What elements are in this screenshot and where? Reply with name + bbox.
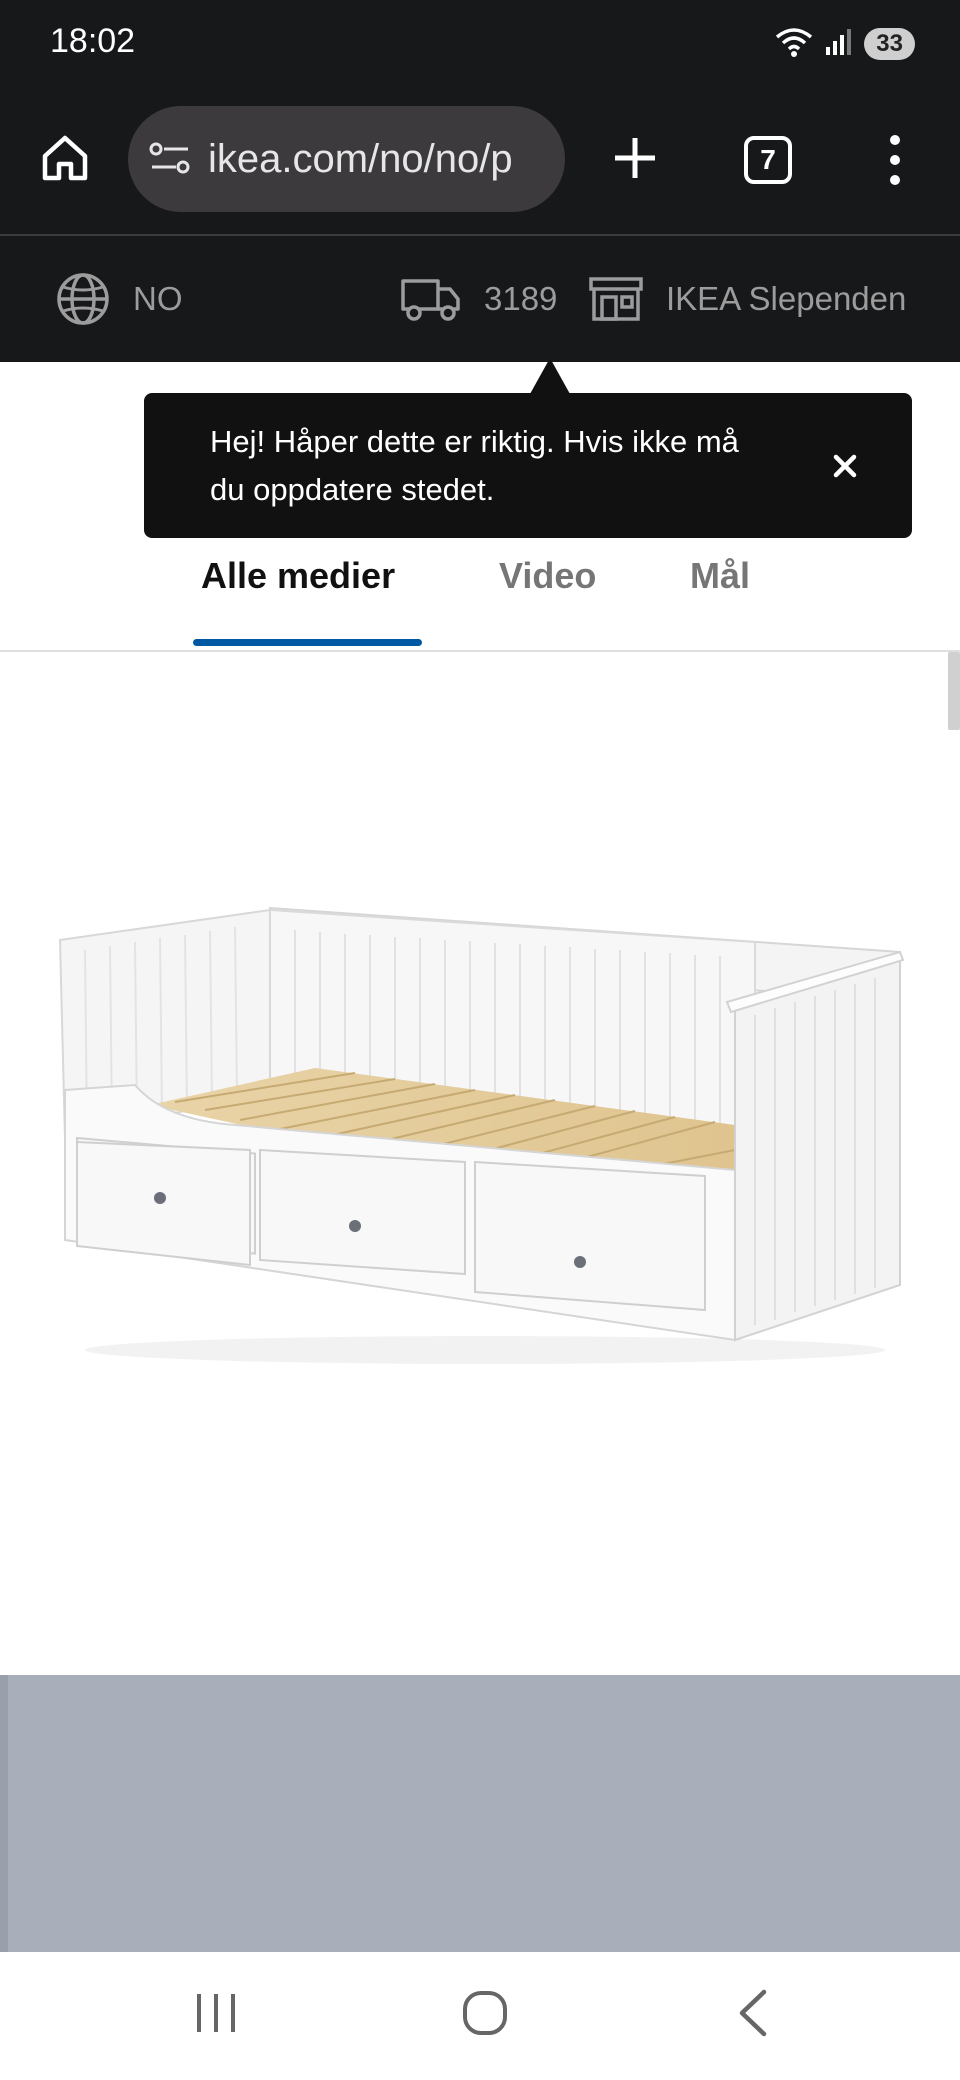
product-image[interactable] xyxy=(55,880,915,1380)
close-icon xyxy=(832,453,858,484)
tooltip-close-button[interactable] xyxy=(820,443,870,493)
status-time: 18:02 xyxy=(50,22,136,60)
tab-video[interactable]: Video xyxy=(499,555,596,605)
postal-code-label: 3189 xyxy=(484,280,558,317)
home-nav-button[interactable] xyxy=(445,1985,525,2045)
tab-all-media[interactable]: Alle medier xyxy=(201,555,395,605)
country-label: NO xyxy=(133,280,183,317)
back-button[interactable] xyxy=(714,1985,794,2045)
home-nav-icon xyxy=(461,1989,509,2042)
secondary-product-image[interactable] xyxy=(0,1675,960,1952)
tabs-icon: 7 xyxy=(744,136,792,184)
active-tab-indicator xyxy=(193,639,422,646)
delivery-postal-code[interactable]: 3189 xyxy=(400,236,557,362)
status-icons: 33 xyxy=(774,22,915,66)
truck-icon xyxy=(401,279,460,321)
tooltip-text: Hej! Håper dette er riktig. Hvis ikke må… xyxy=(210,424,739,507)
tab-dimensions[interactable]: Mål xyxy=(690,555,750,605)
url-bar[interactable]: ikea.com/no/no/p xyxy=(128,106,565,212)
tooltip-arrow xyxy=(530,358,570,394)
image-edge-shadow xyxy=(0,1675,8,1952)
store-icon xyxy=(589,277,643,321)
more-menu-icon[interactable] xyxy=(875,125,915,195)
url-text: ikea.com/no/no/p xyxy=(208,136,513,181)
country-selector[interactable]: NO xyxy=(55,236,183,362)
plus-icon xyxy=(613,136,657,185)
back-icon xyxy=(734,1988,774,2043)
recent-apps-button[interactable] xyxy=(176,1985,256,2045)
globe-icon xyxy=(57,273,109,325)
tabs-button[interactable]: 7 xyxy=(733,128,803,192)
home-icon xyxy=(39,132,91,189)
store-selector[interactable]: IKEA Slependen xyxy=(588,236,906,362)
scrollbar-thumb[interactable] xyxy=(948,652,960,730)
recent-apps-icon xyxy=(193,1990,239,2041)
signal-icon xyxy=(824,27,854,62)
battery-icon: 33 xyxy=(864,28,915,60)
home-button[interactable] xyxy=(30,125,100,195)
site-settings-icon[interactable] xyxy=(148,137,192,181)
store-label: IKEA Slependen xyxy=(666,280,907,317)
wifi-icon xyxy=(774,25,814,64)
new-tab-button[interactable] xyxy=(600,125,670,195)
tabs-divider xyxy=(0,650,960,652)
